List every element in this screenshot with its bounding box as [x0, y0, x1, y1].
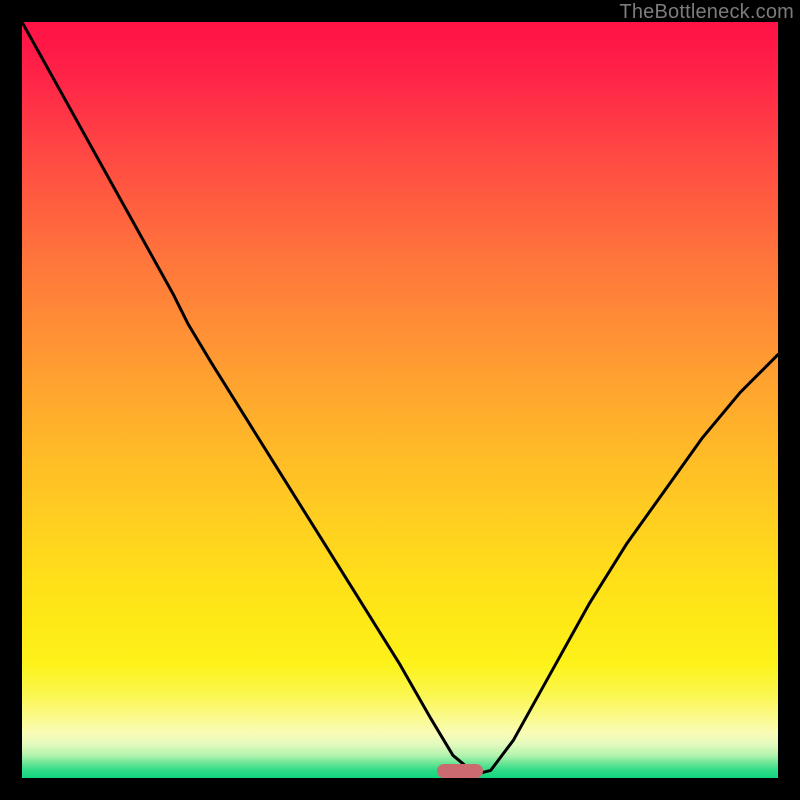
bottleneck-curve: [22, 22, 778, 778]
watermark-text: TheBottleneck.com: [619, 1, 794, 24]
minimum-marker: [437, 764, 483, 778]
outer-frame: TheBottleneck.com: [0, 0, 800, 800]
plot-area: [22, 22, 778, 778]
